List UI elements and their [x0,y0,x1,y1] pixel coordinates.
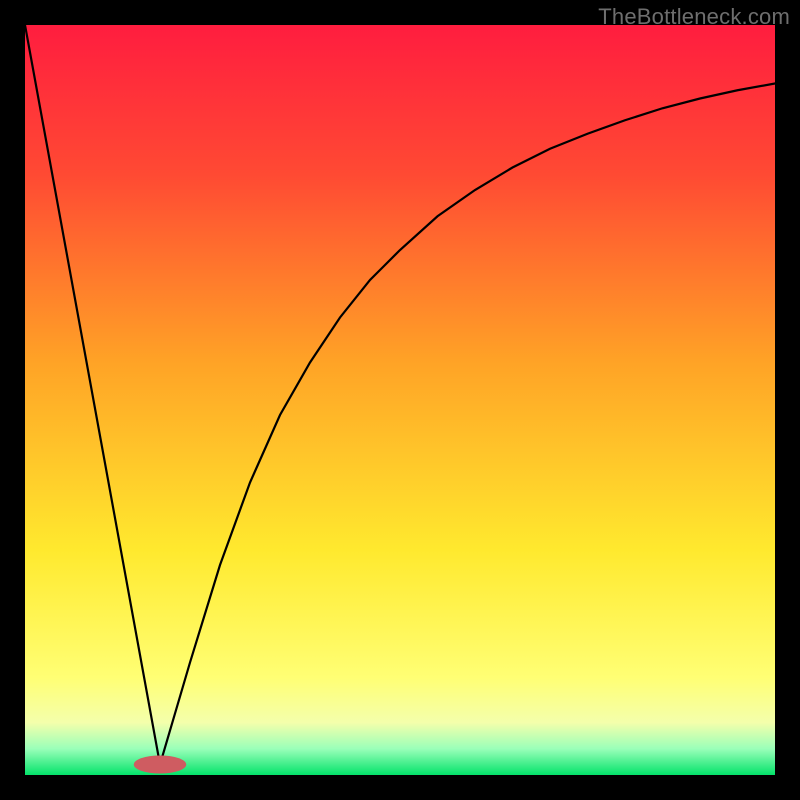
gradient-background [25,25,775,775]
chart-frame: TheBottleneck.com [0,0,800,800]
chart-svg [25,25,775,775]
watermark-text: TheBottleneck.com [598,4,790,30]
bottleneck-marker [134,756,187,774]
plot-area [25,25,775,775]
